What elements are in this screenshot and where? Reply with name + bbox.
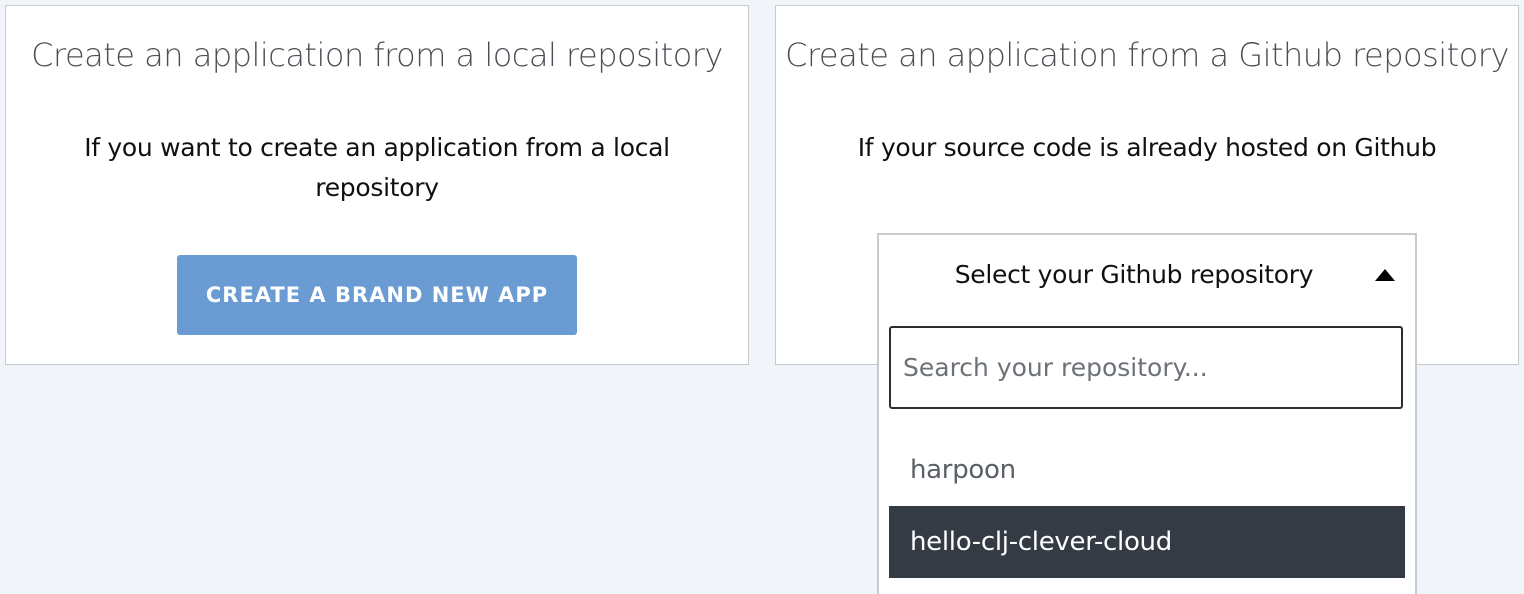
repository-option-harpoon[interactable]: harpoon [889, 434, 1405, 506]
repository-dropdown: harpoon hello-clj-clever-cloud [877, 315, 1417, 594]
github-repository-select[interactable]: Select your Github repository [877, 233, 1417, 317]
repository-search-input[interactable] [889, 326, 1403, 409]
github-card-title: Create an application from a Github repo… [785, 36, 1509, 74]
github-repository-select-label: Select your Github repository [954, 260, 1314, 289]
create-brand-new-app-button[interactable]: CREATE A BRAND NEW APP [177, 255, 577, 335]
local-repository-card: Create an application from a local repos… [5, 5, 749, 365]
local-card-description: If you want to create an application fro… [84, 133, 670, 202]
repository-option-hello-clj-clever-cloud[interactable]: hello-clj-clever-cloud [889, 506, 1405, 578]
local-card-title: Create an application from a local repos… [31, 36, 723, 74]
caret-up-icon [1375, 269, 1395, 281]
github-card-description: If your source code is already hosted on… [857, 133, 1437, 162]
